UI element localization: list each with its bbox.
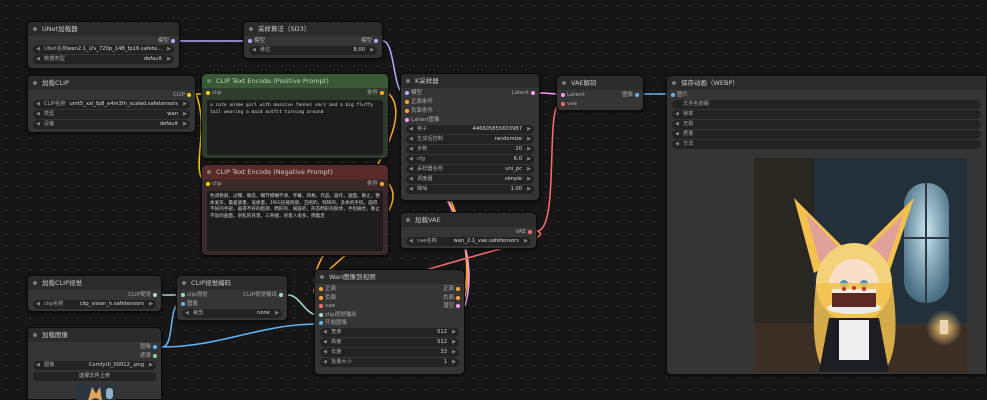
node-title[interactable]: UNet加载器	[28, 22, 179, 36]
filename-prefix-field[interactable]: 文件名前缀	[672, 100, 981, 109]
device-combo[interactable]: ◀ 设备 default ▶	[33, 120, 190, 129]
node-title[interactable]: 加载图像	[28, 328, 161, 342]
output-mask[interactable]: 遮罩	[140, 351, 158, 361]
node-title[interactable]: 保存动画（WEBP）	[667, 76, 986, 90]
wire-vae-decode	[536, 103, 561, 232]
input-latent-image[interactable]: Latent图像	[405, 115, 440, 125]
batch-size-number[interactable]: ◀ 批量大小 1 ▶	[320, 357, 459, 367]
wan-image-to-video-node[interactable]: Wan图像到视频 正面 正面 负面 负面 vae 潜空 clip视觉输出 开始图…	[314, 269, 465, 375]
node-title[interactable]: 采样算法（SD3）	[244, 22, 382, 36]
height-number[interactable]: ◀ 高度 512 ▶	[320, 337, 459, 347]
denoise-number[interactable]: ◀ 降噪 1.00 ▶	[406, 185, 534, 194]
crop-combo[interactable]: ◀ 裁剪 none ▶	[182, 309, 282, 318]
node-title[interactable]: Wan图像到视频	[315, 270, 464, 284]
quality-field[interactable]: ◀ 质量	[672, 130, 981, 139]
input-image-thumbnail	[76, 385, 116, 400]
output-clip-vision[interactable]: CLIP视觉	[128, 290, 157, 300]
node-title[interactable]: CLIP Text Encode (Positive Prompt)	[202, 74, 388, 88]
model-sampling-sd3-node[interactable]: 采样算法（SD3） 模型 模型 ◀ 移位 8.00 ▶	[243, 21, 383, 59]
control-after-generate-combo[interactable]: ◀ 生成后控制 randomize ▶	[406, 135, 534, 144]
output-vae[interactable]: VAE	[515, 227, 532, 237]
method-combo[interactable]: ◀ 方法	[672, 140, 981, 149]
width-number[interactable]: ◀ 宽度 512 ▶	[320, 327, 459, 337]
wire-image-wan	[161, 323, 319, 348]
node-title[interactable]: 加载VAE	[401, 213, 536, 227]
node-title[interactable]: 加载CLIP	[28, 76, 195, 90]
clip-vision-loader-node[interactable]: 加载CLIP视觉 CLIP视觉 ◀ clip名称 clip_vision_h.saf…	[27, 275, 162, 312]
negative-prompt-node[interactable]: CLIP Text Encode (Negative Prompt) clip …	[201, 164, 389, 256]
input-clip[interactable]: clip	[206, 179, 222, 189]
seed-number[interactable]: ◀ 种子 446605855603987 ▶	[406, 125, 534, 134]
node-title[interactable]: 加载CLIP视觉	[28, 276, 161, 290]
output-clip[interactable]: CLIP	[173, 90, 191, 100]
positive-prompt-node[interactable]: CLIP Text Encode (Positive Prompt) clip …	[201, 73, 389, 159]
unet-loader-node[interactable]: UNet加载器 模型 ◀ UNet名称 wan2.1_i2v_720p_14B_fp…	[27, 21, 180, 69]
ksampler-node[interactable]: K采样器 模型 Latent 正面条件 负面条件 Latent图像 ◀ 种子 446…	[400, 73, 540, 201]
input-model[interactable]: 模型	[248, 36, 265, 46]
node-title[interactable]: CLIP视觉编码	[177, 276, 287, 290]
input-image[interactable]: 图像	[181, 299, 198, 309]
fps-field[interactable]: ◀ 帧率	[672, 110, 981, 119]
positive-prompt-textarea[interactable]: a cute anime girl with massive fennec ea…	[207, 100, 383, 155]
dtype-combo[interactable]: ◀ 数据类型 default ▶	[33, 55, 174, 64]
node-title[interactable]: CLIP Text Encode (Negative Prompt)	[202, 165, 388, 179]
steps-number[interactable]: ◀ 步数 20 ▶	[406, 145, 534, 154]
input-start-image[interactable]: 开始图像	[319, 318, 347, 328]
clip-loader-node[interactable]: 加载CLIP CLIP ◀ CLIP名称 umt5_xxl_fp8_e4m3fn_s…	[27, 75, 196, 133]
type-combo[interactable]: ◀ 类型 wan ▶	[33, 110, 190, 119]
clip-vision-encode-node[interactable]: CLIP视觉编码 clip视觉 CLIP视觉输出 图像 ◀ 裁剪 none ▶	[176, 275, 288, 321]
vae-loader-node[interactable]: 加载VAE VAE ◀ vae名称 wan_2.1_vae.safetensors ▶	[400, 212, 537, 249]
node-title[interactable]: VAE解码	[557, 76, 643, 90]
negative-prompt-textarea[interactable]: 色调艳丽，过曝，静态，细节模糊不清，字幕，风格，作品，画作，画面，静止，整体发灰…	[207, 191, 383, 251]
output-conditioning[interactable]: 条件	[367, 179, 385, 189]
image-file-combo[interactable]: ◀ 图像 ComfyUI_00012_.png ▶	[33, 361, 156, 370]
output-model[interactable]: 模型	[361, 36, 379, 46]
input-clip[interactable]: clip	[206, 88, 222, 98]
vae-name-combo[interactable]: ◀ vae名称 wan_2.1_vae.safetensors ▶	[406, 237, 531, 246]
node-title[interactable]: K采样器	[401, 74, 539, 88]
unet-name-combo[interactable]: ◀ UNet名称 wan2.1_i2v_720p_14B_fp16.safete..…	[33, 45, 174, 54]
output-conditioning[interactable]: 条件	[367, 88, 385, 98]
upload-button[interactable]: 选择文件上传	[33, 372, 156, 381]
scheduler-combo[interactable]: ◀ 调度器 simple ▶	[406, 175, 534, 184]
vae-decode-node[interactable]: VAE解码 Latent 图像 vae	[556, 75, 644, 111]
output-preview-image	[754, 158, 967, 372]
clip-name-combo[interactable]: ◀ CLIP名称 umt5_xxl_fp8_e4m3fn_scaled.safete…	[33, 100, 190, 109]
input-vae[interactable]: vae	[561, 99, 577, 109]
lossless-toggle[interactable]: ◀ 无损	[672, 120, 981, 129]
load-image-node[interactable]: 加载图像 图像 遮罩 ◀ 图像 ComfyUI_00012_.png ▶ 选择文件上传	[27, 327, 162, 400]
length-number[interactable]: ◀ 长度 33 ▶	[320, 347, 459, 357]
cfg-number[interactable]: ◀ cfg 6.0 ▶	[406, 155, 534, 164]
save-animated-webp-node[interactable]: 保存动画（WEBP） 图片 文件名前缀 ◀ 帧率 ◀ 无损 ◀ 质量 ◀ 方法	[666, 75, 987, 375]
clip-vision-name-combo[interactable]: ◀ clip名称 clip_vision_h.safetensors ▶	[33, 300, 156, 309]
shift-number[interactable]: ◀ 移位 8.00 ▶	[249, 46, 377, 55]
input-images[interactable]: 图片	[671, 90, 688, 100]
sampler-name-combo[interactable]: ◀ 采样器名称 uni_pc ▶	[406, 165, 534, 174]
